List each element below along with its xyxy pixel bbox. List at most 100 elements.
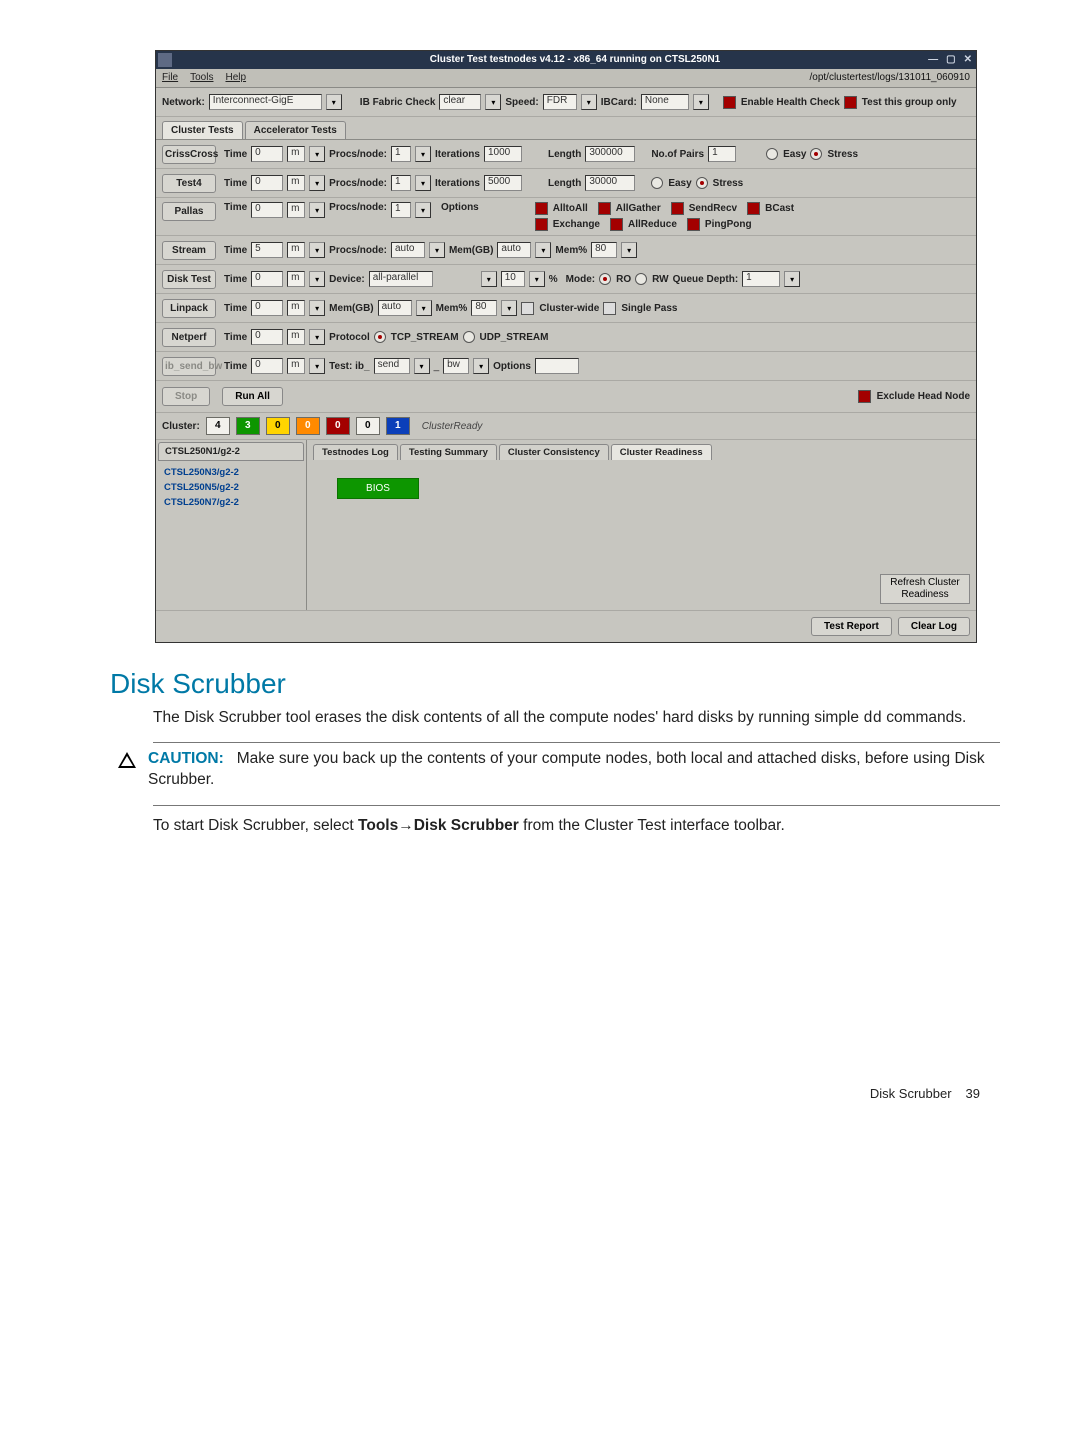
network-input[interactable]: Interconnect-GigE <box>209 94 322 110</box>
test-group-only[interactable]: Test this group only <box>844 96 957 109</box>
ibcard-input[interactable]: None <box>641 94 689 110</box>
test4-easy[interactable]: Easy <box>651 177 691 189</box>
app-window: Cluster Test testnodes v4.12 - x86_64 ru… <box>155 50 977 643</box>
node-list-panel: CTSL250N1/g2-2 CTSL250N3/g2-2 CTSL250N5/… <box>156 440 307 610</box>
chevron-down-icon[interactable] <box>309 146 325 162</box>
linpack-button[interactable]: Linpack <box>162 299 216 318</box>
enable-health-check[interactable]: Enable Health Check <box>723 96 840 109</box>
pallas-sendrecv[interactable]: SendRecv <box>671 202 737 215</box>
menubar: File Tools Help /opt/clustertest/logs/13… <box>156 69 976 88</box>
node-item[interactable]: CTSL250N7/g2-2 <box>164 495 298 510</box>
cluster-status-row: Cluster: 4 3 0 0 0 0 1 ClusterReady <box>156 413 976 440</box>
netperf-button[interactable]: Netperf <box>162 328 216 347</box>
app-footer: Test Report Clear Log <box>156 611 976 642</box>
tab-accelerator-tests[interactable]: Accelerator Tests <box>245 121 346 139</box>
window-title: Cluster Test testnodes v4.12 - x86_64 ru… <box>430 54 720 65</box>
ibcard-label: IBCard: <box>601 97 637 108</box>
pallas-exchange[interactable]: Exchange <box>535 218 600 231</box>
crisscross-stress[interactable]: Stress <box>810 148 858 160</box>
ibfabric-label: IB Fabric Check <box>360 97 436 108</box>
cluster-count-0b: 0 <box>296 417 320 435</box>
run-row: Stop Run All Exclude Head Node <box>156 381 976 413</box>
ibfabric-input[interactable]: clear <box>439 94 481 110</box>
main-tabs: Cluster Tests Accelerator Tests <box>156 117 976 140</box>
section-heading: Disk Scrubber <box>110 668 1000 700</box>
cluster-count-0d: 0 <box>356 417 380 435</box>
exclude-head-node[interactable]: Exclude Head Node <box>858 390 970 403</box>
pallas-button[interactable]: Pallas <box>162 202 216 221</box>
crisscross-button[interactable]: CrissCross <box>162 145 216 164</box>
maximize-icon[interactable]: ▢ <box>946 51 955 69</box>
netperf-udp[interactable]: UDP_STREAM <box>463 331 549 343</box>
subtab-readiness[interactable]: Cluster Readiness <box>611 444 712 460</box>
linpack-clusterwide[interactable]: Cluster-wide <box>521 302 599 315</box>
crisscross-easy[interactable]: Easy <box>766 148 806 160</box>
tab-cluster-tests[interactable]: Cluster Tests <box>162 121 243 139</box>
crisscross-length[interactable]: 300000 <box>585 146 635 162</box>
section-start: To start Disk Scrubber, select Tools→Dis… <box>153 816 1000 836</box>
crisscross-procs[interactable]: 1 <box>391 146 411 162</box>
bios-button[interactable]: BIOS <box>337 478 419 499</box>
speed-input[interactable]: FDR <box>543 94 577 110</box>
cluster-count-1: 1 <box>386 417 410 435</box>
caution-block: CAUTION: Make sure you back up the conte… <box>110 749 1000 791</box>
crisscross-time[interactable]: 0 <box>251 146 283 162</box>
ibfabric-dropdown[interactable] <box>485 94 501 110</box>
refresh-cluster-readiness[interactable]: Refresh Cluster Readiness <box>880 574 970 604</box>
page-footer: Disk Scrubber 39 <box>80 1086 980 1101</box>
app-icon <box>158 53 172 67</box>
ibsend-button[interactable]: ib_send_bw <box>162 357 216 376</box>
linpack-singlepass[interactable]: Single Pass <box>603 302 677 315</box>
network-dropdown[interactable] <box>326 94 342 110</box>
crisscross-iter[interactable]: 1000 <box>484 146 522 162</box>
minimize-icon[interactable]: — <box>928 51 938 69</box>
netperf-tcp[interactable]: TCP_STREAM <box>374 331 459 343</box>
clear-log-button[interactable]: Clear Log <box>898 617 970 636</box>
pallas-allreduce[interactable]: AllReduce <box>610 218 677 231</box>
test4-button[interactable]: Test4 <box>162 174 216 193</box>
subtab-log[interactable]: Testnodes Log <box>313 444 398 460</box>
node-item[interactable]: CTSL250N3/g2-2 <box>164 465 298 480</box>
disktest-button[interactable]: Disk Test <box>162 270 216 289</box>
disktest-ro[interactable]: RO <box>599 273 631 285</box>
menu-help[interactable]: Help <box>225 69 246 87</box>
row-disktest: Disk Test Time 0 m Device: all-parallel … <box>156 265 976 294</box>
node-top[interactable]: CTSL250N1/g2-2 <box>158 442 304 461</box>
row-test4: Test4 Time 0 m Procs/node: 1 Iterations … <box>156 169 976 198</box>
runall-button[interactable]: Run All <box>222 387 283 406</box>
caution-label: CAUTION: <box>148 750 224 767</box>
crisscross-nopairs[interactable]: 1 <box>708 146 736 162</box>
speed-label: Speed: <box>505 97 538 108</box>
row-stream: Stream Time 5 m Procs/node: auto Mem(GB)… <box>156 236 976 265</box>
cluster-count-0c: 0 <box>326 417 350 435</box>
stop-button[interactable]: Stop <box>162 387 210 406</box>
menu-tools[interactable]: Tools <box>190 69 213 87</box>
ibcard-dropdown[interactable] <box>693 94 709 110</box>
test4-stress[interactable]: Stress <box>696 177 744 189</box>
clusterready-legend: ClusterReady <box>416 421 483 432</box>
stream-button[interactable]: Stream <box>162 241 216 260</box>
divider <box>153 805 1000 806</box>
pallas-pingpong[interactable]: PingPong <box>687 218 752 231</box>
pallas-alltoall[interactable]: AlltoAll <box>535 202 588 215</box>
network-toolbar: Network: Interconnect-GigE IB Fabric Che… <box>156 88 976 117</box>
caution-text: Make sure you back up the contents of yo… <box>148 750 985 788</box>
section-intro: The Disk Scrubber tool erases the disk c… <box>153 708 1000 728</box>
subtab-summary[interactable]: Testing Summary <box>400 444 497 460</box>
chevron-down-icon[interactable] <box>415 146 431 162</box>
log-path: /opt/clustertest/logs/131011_060910 <box>810 69 971 87</box>
subtab-consistency[interactable]: Cluster Consistency <box>499 444 609 460</box>
menu-file[interactable]: File <box>162 69 178 87</box>
disktest-rw[interactable]: RW <box>635 273 668 285</box>
test-report-button[interactable]: Test Report <box>811 617 892 636</box>
results-panel: Testnodes Log Testing Summary Cluster Co… <box>307 440 976 610</box>
row-ibsend: ib_send_bw Time 0 m Test: ib_ send _ bw … <box>156 352 976 381</box>
pallas-bcast[interactable]: BCast <box>747 202 794 215</box>
node-item[interactable]: CTSL250N5/g2-2 <box>164 480 298 495</box>
close-icon[interactable]: ✕ <box>964 51 972 69</box>
caution-icon <box>118 752 136 768</box>
network-label: Network: <box>162 97 205 108</box>
speed-dropdown[interactable] <box>581 94 597 110</box>
pallas-allgather[interactable]: AllGather <box>598 202 661 215</box>
result-tabs: Testnodes Log Testing Summary Cluster Co… <box>307 440 976 460</box>
